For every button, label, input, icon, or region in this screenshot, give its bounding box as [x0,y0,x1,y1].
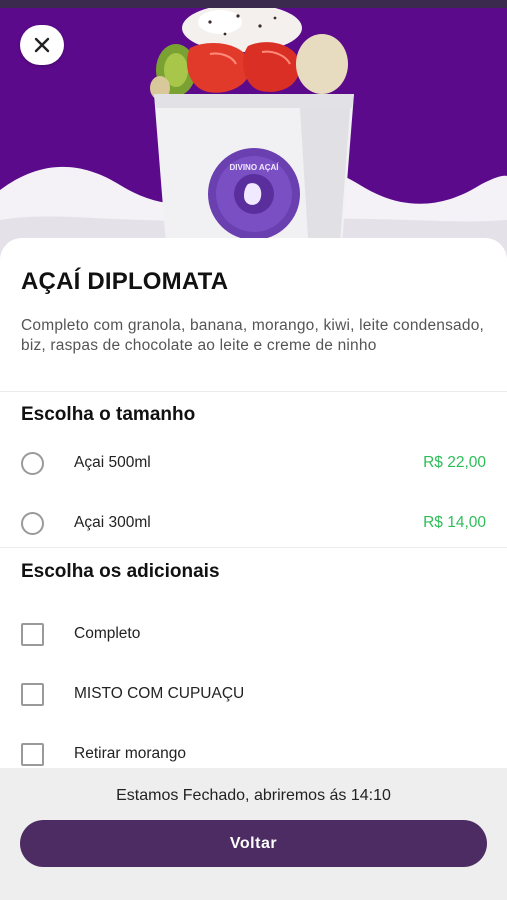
checkbox[interactable] [21,623,44,646]
addon-option-label: Retirar morango [74,745,186,762]
size-section-title: Escolha o tamanho [21,404,196,425]
addon-option-label: MISTO COM CUPUAÇU [74,685,245,702]
badge-text: DIVINO AÇAÍ [229,163,279,172]
size-option-price: R$ 14,00 [423,514,486,531]
close-button[interactable] [20,25,64,65]
product-hero: DIVINO AÇAÍ [0,0,507,270]
divider [0,547,507,548]
size-option-price: R$ 22,00 [423,454,486,471]
checkbox[interactable] [21,683,44,706]
status-strip [0,0,507,8]
size-option-label: Açai 500ml [74,454,151,471]
addon-option-misto-cupuacu[interactable]: MISTO COM CUPUAÇU [0,674,507,714]
checkbox[interactable] [21,743,44,766]
product-description: Completo com granola, banana, morango, k… [21,317,485,354]
addons-section-title: Escolha os adicionais [21,561,220,582]
acai-cup-photo: DIVINO AÇAÍ [150,4,360,270]
size-option-500ml[interactable]: Açai 500ml R$ 22,00 [0,443,507,483]
divider [0,391,507,392]
store-closed-message: Estamos Fechado, abriremos ás 14:10 [116,787,391,804]
footer-bar: Estamos Fechado, abriremos ás 14:10 Volt… [0,768,507,900]
radio-button[interactable] [21,512,44,535]
addon-option-completo[interactable]: Completo [0,614,507,654]
back-button[interactable]: Voltar [20,820,487,867]
size-option-label: Açai 300ml [74,514,151,531]
addon-option-label: Completo [74,625,141,642]
close-icon [34,37,50,53]
radio-button[interactable] [21,452,44,475]
product-title: AÇAÍ DIPLOMATA [21,268,229,295]
size-option-300ml[interactable]: Açai 300ml R$ 14,00 [0,503,507,543]
